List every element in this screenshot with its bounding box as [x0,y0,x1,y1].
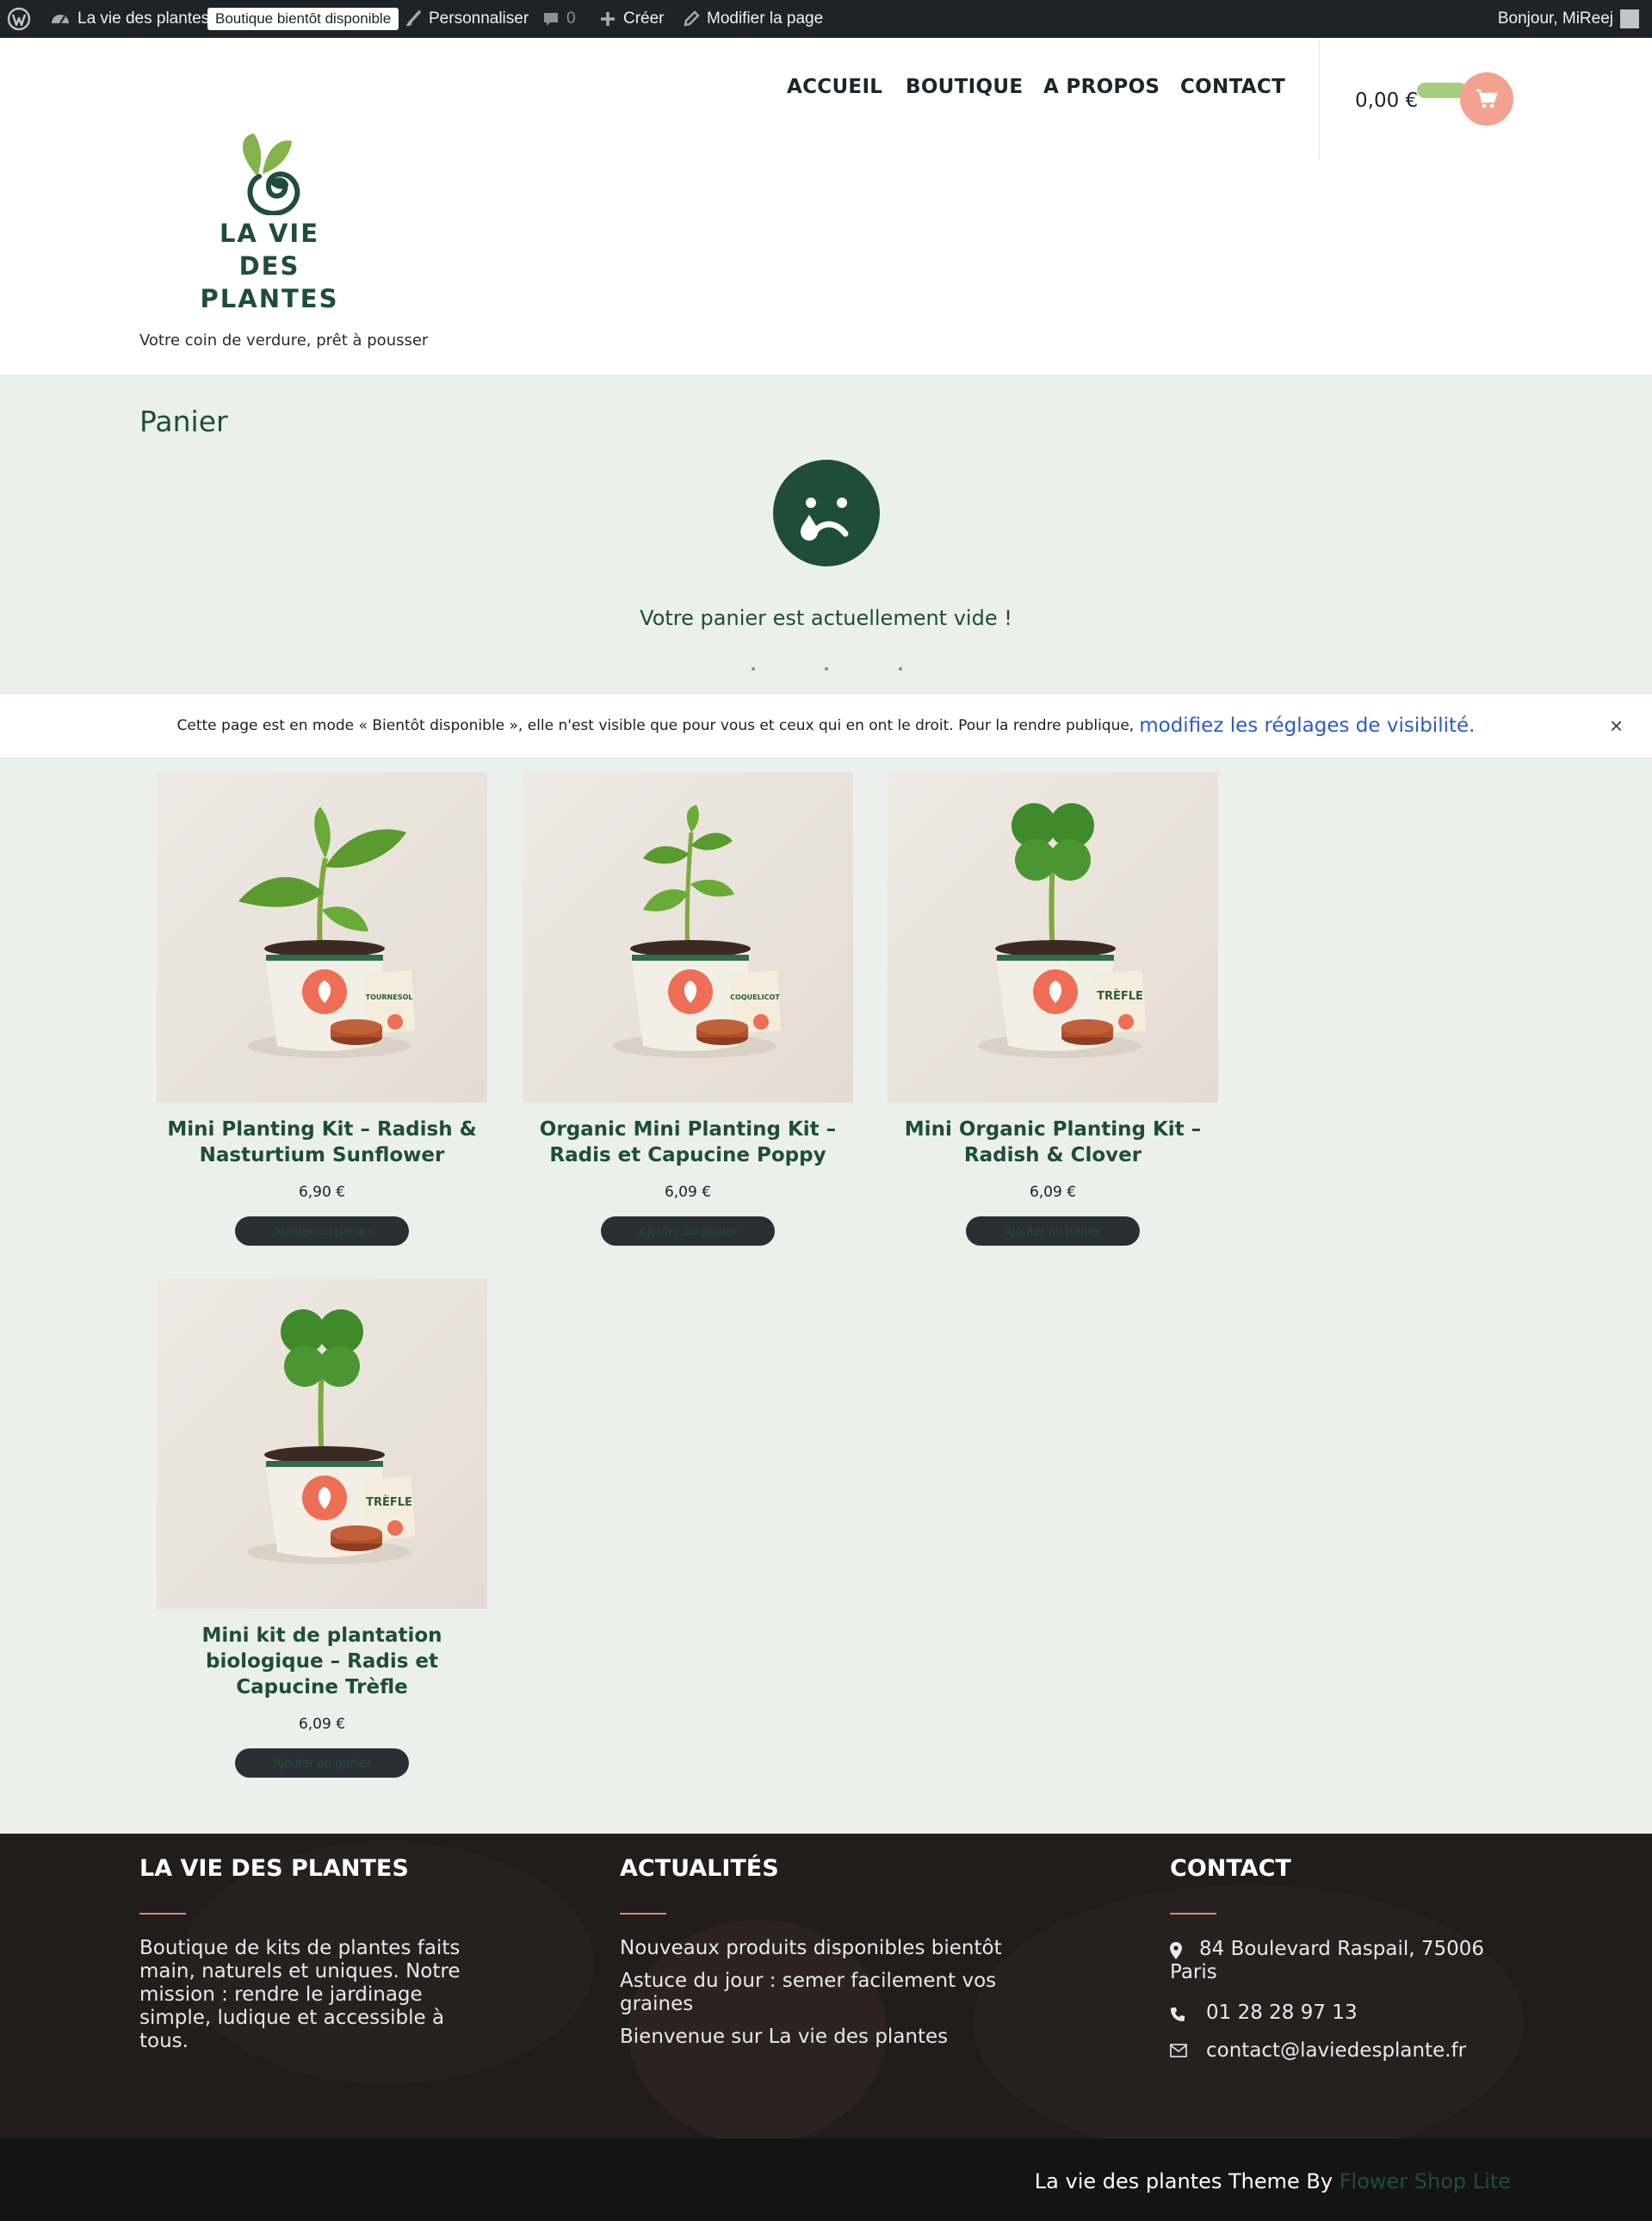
coming-soon-notice: Cette page est en mode « Bientôt disponi… [0,693,1652,758]
create-label: Créer [623,9,665,28]
product-image[interactable]: TRÈFLE [157,1278,487,1609]
credit-text: La vie des plantes Theme By [1034,2169,1340,2193]
footer-news-item[interactable]: Astuce du jour : semer facilement vos gr… [620,1970,1024,2016]
pencil-icon [684,10,700,27]
product-card[interactable]: TRÈFLE Mini Organic Planting Kit – Radish… [888,772,1218,1246]
product-price: 6,09 € [298,1716,346,1733]
edit-page-link[interactable]: Modifier la page [683,0,823,38]
customize-label: Personnaliser [429,9,529,28]
admin-site-name: La vie des plantes [77,9,210,28]
seed-card-label: TOURNESOL [366,993,413,1001]
footer-contact-title: CONTACT [1170,1855,1291,1882]
footer-credit: La vie des plantes Theme By Flower Shop … [1035,2169,1511,2193]
header-divider [1319,39,1320,159]
product-price: 6,90 € [298,1184,346,1201]
product-title[interactable]: Mini Planting Kit – Radish & Nasturtium … [157,1117,487,1168]
seed-card-label: TRÈFLE [1097,989,1143,1003]
add-to-cart-button[interactable]: Ajouter au panier [601,1216,775,1246]
footer-about-title: LA VIE DES PLANTES [139,1855,409,1882]
shopping-cart-icon [1476,89,1498,108]
nav-boutique[interactable]: BOUTIQUE [906,76,1023,98]
notice-text: Cette page est en mode « Bientôt disponi… [176,717,1135,734]
add-to-cart-button[interactable]: Ajouter au panier [235,1216,409,1246]
seed-card-label: COQUELICOT [730,993,780,1001]
sprout-logo-icon [242,133,300,215]
site-logo[interactable]: LA VIE DES PLANTES [185,129,357,313]
product-card[interactable]: COQUELICOT Organic Mini Planting Kit – Ra… [523,772,853,1246]
phone-icon [1171,2008,1185,2021]
footer-title-underline [620,1913,666,1915]
nav-contact[interactable]: CONTACT [1180,76,1285,98]
logo-text-line1: LA VIE DES [219,219,320,281]
product-card[interactable]: TRÈFLE Mini kit de plantation biologique … [157,1278,487,1778]
footer-title-underline [139,1913,186,1915]
envelope-icon [1170,2044,1187,2057]
close-icon[interactable]: × [1610,713,1623,739]
comments-count: 0 [566,9,576,28]
add-to-cart-button[interactable]: Ajouter au panier [966,1216,1140,1246]
comments-link[interactable]: 0 [542,0,576,38]
product-price: 6,09 € [1029,1184,1077,1201]
product-title[interactable]: Organic Mini Planting Kit – Radis et Cap… [523,1117,853,1168]
footer-news-item[interactable]: Bienvenue sur La vie des plantes [620,2026,1024,2049]
create-new-link[interactable]: Créer [599,0,665,38]
footer-phone[interactable]: 01 28 28 97 13 [1206,2001,1358,2025]
comment-bubble-icon [544,13,558,26]
cart-button[interactable] [1460,72,1513,126]
footer-news-item[interactable]: Nouveaux produits disponibles bientôt [620,1937,1024,1960]
avatar [1620,9,1639,28]
cart-total[interactable]: 0,00 € [1355,90,1418,112]
map-pin-icon [1170,1942,1182,1959]
product-title[interactable]: Mini Organic Planting Kit – Radish & Clo… [888,1117,1218,1168]
loader-dot [899,667,902,671]
customize-link[interactable]: Personnaliser [405,0,529,38]
plus-icon [601,12,615,26]
coming-soon-badge-label: Boutique bientôt disponible [207,8,399,30]
nav-accueil[interactable]: ACCUEIL [787,76,882,98]
wordpress-logo-icon[interactable] [7,0,31,38]
footer-about-text: Boutique de kits de plantes faits main, … [139,1937,461,2052]
product-card[interactable]: TOURNESOL Mini Planting Kit – Radish & Na… [157,772,487,1246]
paintbrush-icon [405,10,421,27]
loader-dot [752,667,755,671]
add-to-cart-button[interactable]: Ajouter au panier [235,1748,409,1778]
product-image[interactable]: TOURNESOL [157,772,487,1103]
logo-text: LA VIE DES PLANTES [185,217,354,315]
product-image[interactable]: COQUELICOT [523,772,853,1103]
admin-site-link[interactable]: La vie des plantes [50,0,209,38]
visibility-settings-link[interactable]: modifiez les réglages de visibilité [1139,715,1469,737]
theme-credit-link[interactable]: Flower Shop Lite [1340,2169,1511,2193]
nav-a-propos[interactable]: A PROPOS [1043,76,1160,98]
dashboard-icon [52,15,69,24]
footer-address-text: 84 Boulevard Raspail, 75006 Paris [1170,1938,1485,1983]
coming-soon-badge[interactable]: Boutique bientôt disponible [207,0,399,38]
site-tagline: Votre coin de verdure, prêt à pousser [139,331,429,350]
empty-cart-message: Votre panier est actuellement vide ! [640,606,1012,630]
product-price: 6,09 € [664,1184,712,1201]
footer-news-title: ACTUALITÉS [620,1855,779,1882]
logo-text-line2: PLANTES [200,284,339,313]
product-image[interactable]: TRÈFLE [888,772,1218,1103]
seed-card-label: TRÈFLE [366,1495,412,1509]
account-menu[interactable]: Bonjour, MiReej [1498,0,1639,38]
footer-title-underline [1170,1913,1216,1915]
product-title[interactable]: Mini kit de plantation biologique – Radi… [157,1623,487,1700]
empty-cart-sad-face-icon [773,460,880,566]
edit-page-label: Modifier la page [707,9,824,28]
greeting-text: Bonjour, MiReej [1497,9,1613,28]
footer-email[interactable]: contact@laviedesplante.fr [1206,2039,1466,2063]
footer-address: 84 Boulevard Raspail, 75006 Paris [1170,1938,1506,1984]
page-title: Panier [139,405,228,438]
loader-dot [825,667,828,671]
admin-bar: La vie des plantes Boutique bientôt disp… [0,0,1652,38]
notice-suffix: . [1469,715,1476,737]
